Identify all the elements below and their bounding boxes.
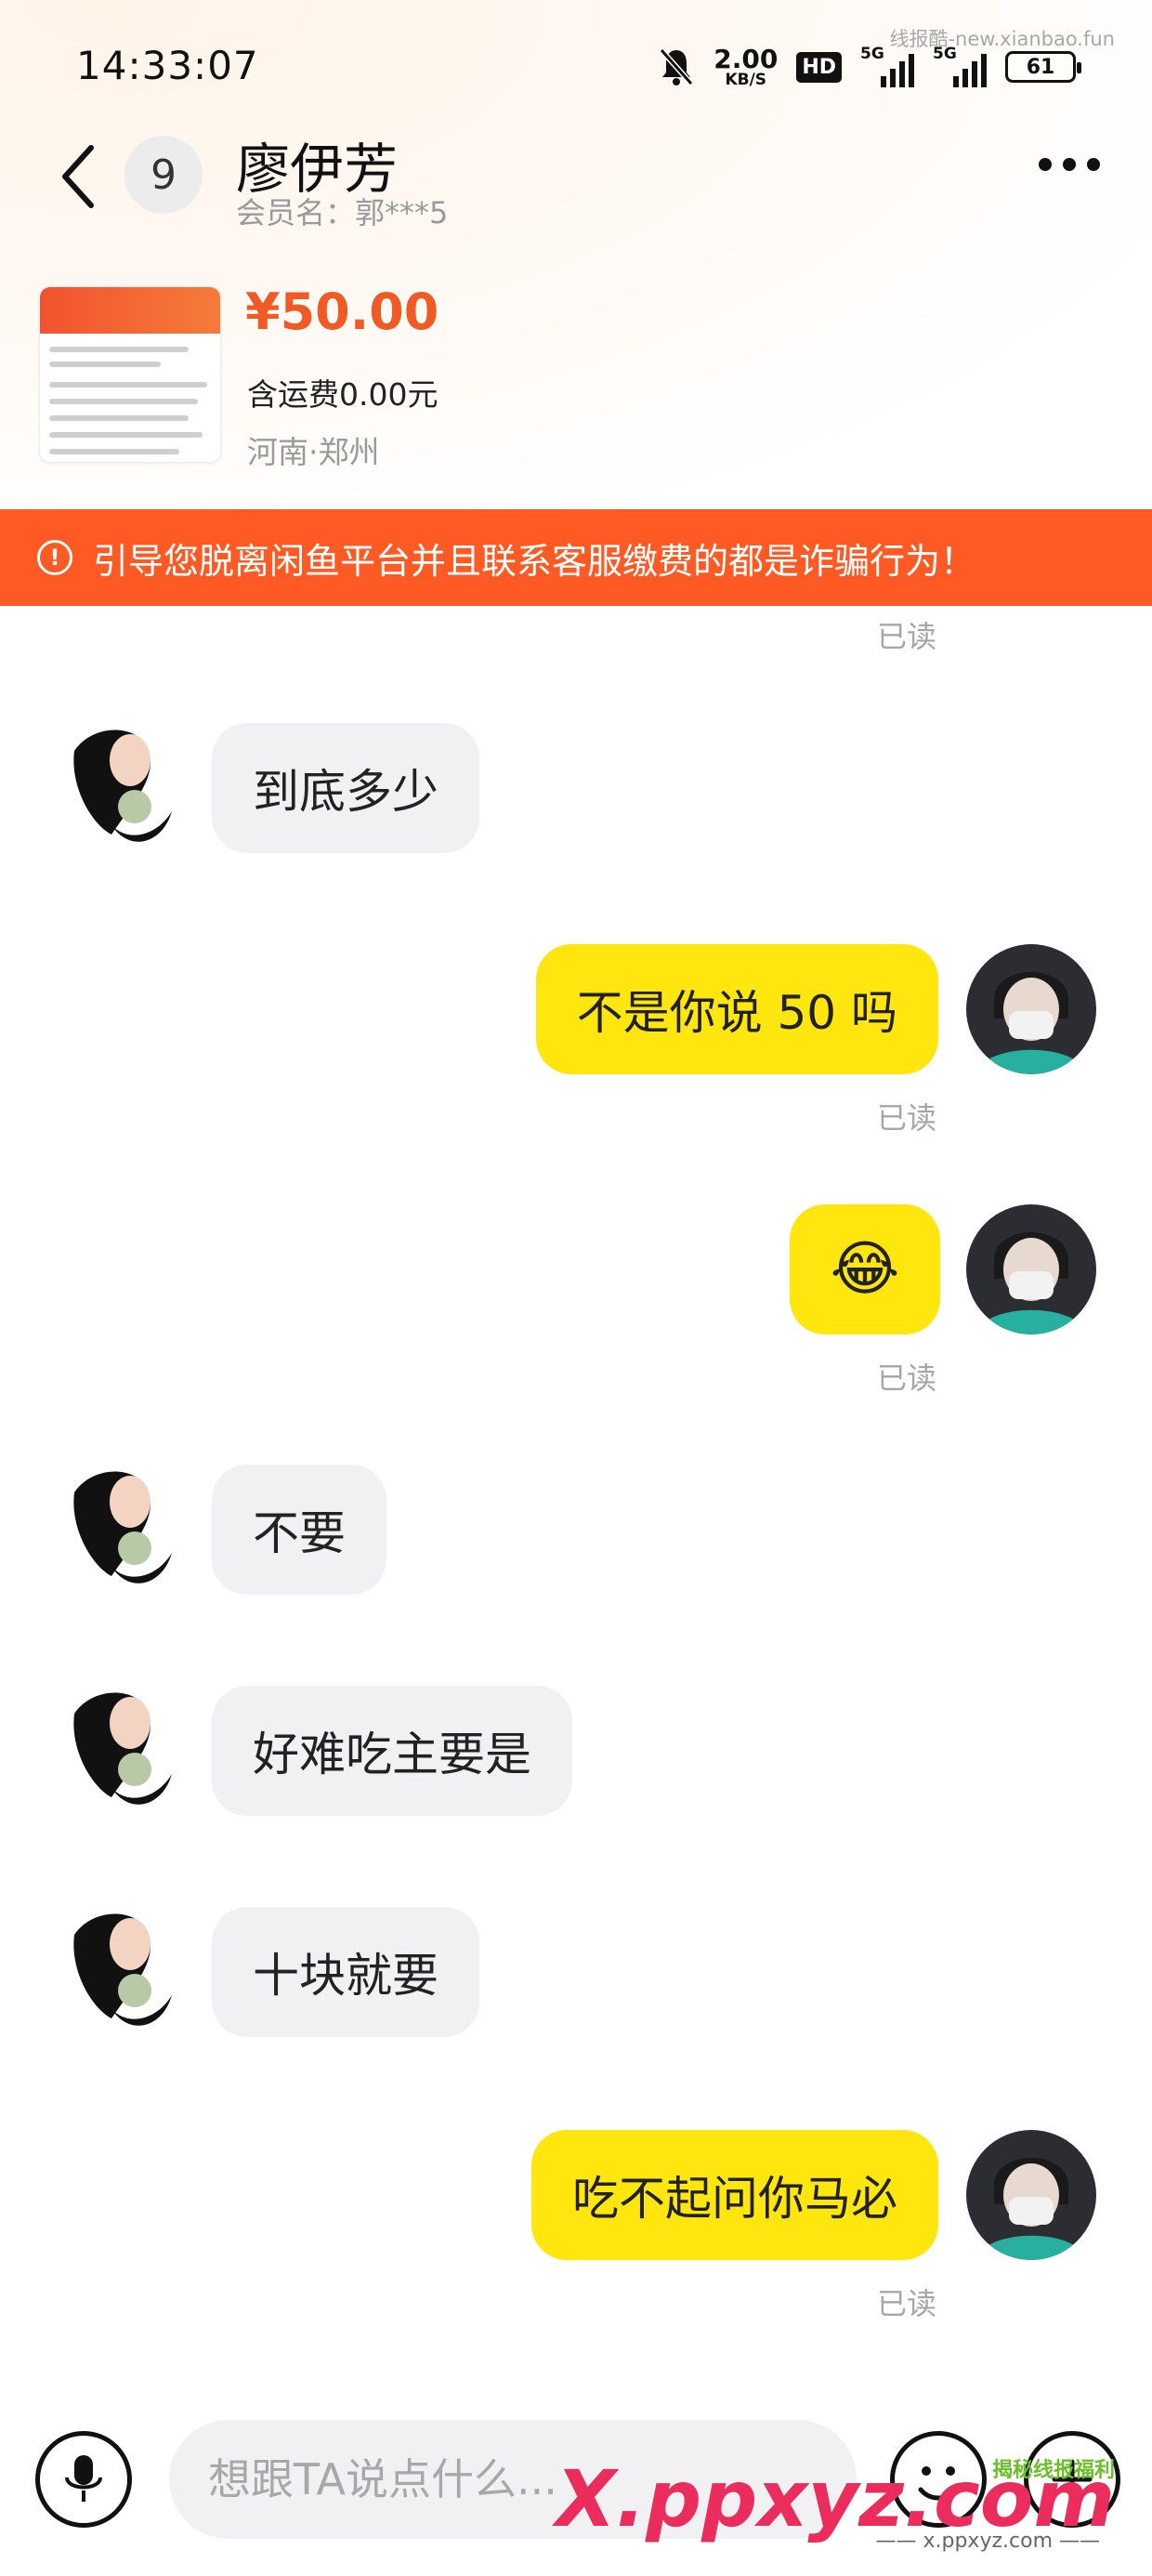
seller-avatar[interactable] (56, 723, 186, 853)
shipping-fee: 含运费0.00元 (247, 376, 439, 413)
product-thumbnail[interactable] (39, 286, 221, 463)
voice-button[interactable] (35, 2431, 132, 2528)
signal-icon: 5G (933, 45, 987, 87)
back-button[interactable] (50, 139, 106, 214)
net-speed: 2.00 KB/S (713, 43, 779, 89)
status-bar: 14:33:07 线报酷-new.xianbao.fun 2.00 KB/S H… (0, 0, 1152, 130)
mute-bell-icon (659, 48, 694, 85)
microphone-icon (65, 2455, 102, 2502)
more-options-button[interactable] (1039, 158, 1100, 171)
message-bubble-incoming[interactable]: 十块就要 (212, 1907, 479, 2037)
warning-text: 引导您脱离闲鱼平台并且联系客服缴费的都是诈骗行为！ (93, 540, 976, 582)
message-bubble-outgoing[interactable]: 不是你说 50 吗 (535, 944, 938, 1074)
status-icons: 2.00 KB/S HD 5G 5G 61 (658, 43, 1081, 89)
message-bubble-incoming[interactable]: 好难吃主要是 (212, 1686, 572, 1816)
seller-avatar[interactable] (56, 1907, 186, 2037)
status-time: 14:33:07 (76, 43, 259, 88)
alert-icon: ! (37, 540, 72, 575)
signal-icon: 5G (860, 45, 914, 87)
member-name: 会员名：郭***5 (236, 195, 449, 230)
unread-count-badge[interactable]: 9 (124, 136, 203, 214)
my-avatar[interactable] (966, 1204, 1096, 1334)
message-bubble-outgoing[interactable]: 吃不起问你马必 (531, 2130, 938, 2260)
product-location: 河南·郑州 (247, 434, 380, 470)
dot-icon (1087, 158, 1100, 171)
read-status: 已读 (877, 2286, 937, 2321)
dot-icon (1063, 158, 1076, 171)
my-avatar[interactable] (966, 944, 1096, 1074)
my-avatar[interactable] (966, 2130, 1096, 2260)
fraud-warning-banner: ! 引导您脱离闲鱼平台并且联系客服缴费的都是诈骗行为！ (0, 509, 1152, 606)
hd-icon: HD (796, 51, 842, 83)
seller-avatar[interactable] (56, 1686, 186, 1816)
battery-icon: 61 (1005, 51, 1081, 83)
laughing-crying-emoji-icon: 😂 (830, 1235, 900, 1304)
emoji-message-bubble[interactable]: 😂 (790, 1204, 940, 1334)
read-status: 已读 (877, 1100, 937, 1136)
seller-avatar[interactable] (56, 1465, 186, 1595)
product-price: ¥50.00 (245, 283, 439, 341)
message-bubble-incoming[interactable]: 不要 (212, 1465, 386, 1595)
message-bubble-incoming[interactable]: 到底多少 (212, 723, 479, 853)
chevron-left-icon (62, 145, 94, 208)
watermark-sub: —— x.ppxyz.com —— (875, 2530, 1101, 2553)
read-status: 已读 (877, 619, 937, 654)
read-status: 已读 (877, 1360, 937, 1396)
dot-icon (1039, 158, 1052, 171)
